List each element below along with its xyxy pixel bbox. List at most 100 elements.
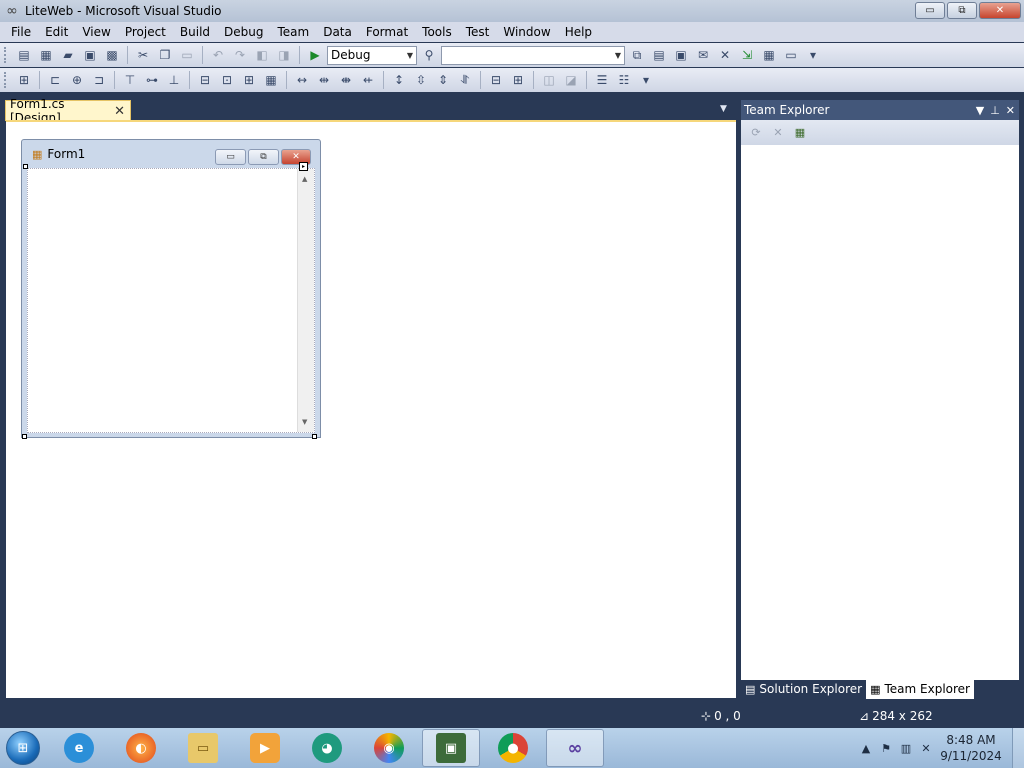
scroll-down-icon[interactable]: ▼ <box>302 418 307 426</box>
menu-build[interactable]: Build <box>173 22 217 42</box>
center-vertically-icon[interactable]: ⊞ <box>508 70 528 90</box>
menu-format[interactable]: Format <box>359 22 415 42</box>
form-maximize-button[interactable]: ⧉ <box>248 149 279 165</box>
vertical-spacing-remove-icon[interactable]: ⥯ <box>455 70 475 90</box>
scroll-up-icon[interactable]: ▲ <box>302 175 307 183</box>
form-minimize-button[interactable]: ▭ <box>215 149 246 165</box>
menu-project[interactable]: Project <box>118 22 173 42</box>
toolbar-grip[interactable] <box>4 47 8 63</box>
taskbar-task-manager[interactable]: ▣ <box>422 729 480 767</box>
smart-tag-icon[interactable]: ▸ <box>299 162 308 171</box>
start-debugging-icon[interactable]: ▶ <box>305 45 325 65</box>
solution-configuration-select[interactable]: Debug ▼ <box>327 45 417 65</box>
find-in-files-icon[interactable]: ⚲ <box>419 45 439 65</box>
start-page-icon[interactable]: ⇲ <box>737 45 757 65</box>
menu-tools[interactable]: Tools <box>415 22 459 42</box>
align-tops-icon[interactable]: ⊤ <box>120 70 140 90</box>
show-hidden-icons-icon[interactable]: ▲ <box>856 742 876 755</box>
align-bottoms-icon[interactable]: ⊥ <box>164 70 184 90</box>
align-rights-icon[interactable]: ⊐ <box>89 70 109 90</box>
save-icon[interactable]: ▣ <box>80 45 100 65</box>
menu-help[interactable]: Help <box>558 22 599 42</box>
make-same-width-icon[interactable]: ⊟ <box>195 70 215 90</box>
clock[interactable]: 8:48 AM 9/11/2024 <box>936 732 1006 764</box>
add-item-icon[interactable]: ▦ <box>36 45 56 65</box>
horizontal-spacing-increase-icon[interactable]: ⇹ <box>314 70 334 90</box>
undo-icon[interactable]: ↶ <box>208 45 228 65</box>
navigate-backward-icon[interactable]: ◧ <box>252 45 272 65</box>
auto-hide-pin-icon[interactable]: ⊥ <box>990 104 1000 117</box>
taskbar-messenger[interactable]: ◕ <box>298 729 356 767</box>
network-icon[interactable]: ▥ <box>896 742 916 755</box>
tab-form1-design[interactable]: Form1.cs [Design] ✕ <box>5 97 131 125</box>
vertical-spacing-increase-icon[interactable]: ⇳ <box>411 70 431 90</box>
find-combo[interactable]: ▼ <box>441 45 625 65</box>
menu-file[interactable]: File <box>4 22 38 42</box>
tab-team-explorer[interactable]: ▦ Team Explorer <box>866 679 974 699</box>
restore-button[interactable]: ⧉ <box>947 2 977 19</box>
open-file-icon[interactable]: ▰ <box>58 45 78 65</box>
extension-manager-icon[interactable]: ✕ <box>715 45 735 65</box>
window-position-icon[interactable]: ▼ <box>976 104 984 117</box>
close-panel-icon[interactable]: ✕ <box>1006 104 1015 117</box>
paste-icon[interactable]: ▭ <box>177 45 197 65</box>
taskbar-security-app[interactable]: ◉ <box>360 729 418 767</box>
save-all-icon[interactable]: ▩ <box>102 45 122 65</box>
redo-icon[interactable]: ↷ <box>230 45 250 65</box>
refresh-icon[interactable]: ⟳ <box>747 124 765 142</box>
vertical-spacing-decrease-icon[interactable]: ⇕ <box>433 70 453 90</box>
close-tab-icon[interactable]: ✕ <box>114 104 125 119</box>
vertical-spacing-equal-icon[interactable]: ↕ <box>389 70 409 90</box>
form1-client-area[interactable]: ▲ ▼ <box>27 168 315 433</box>
horizontal-spacing-decrease-icon[interactable]: ⇼ <box>336 70 356 90</box>
send-to-back-icon[interactable]: ◪ <box>561 70 581 90</box>
resize-handle[interactable] <box>23 164 28 169</box>
connect-to-team-project-icon[interactable]: ▦ <box>791 124 809 142</box>
menu-view[interactable]: View <box>75 22 117 42</box>
action-center-flag-icon[interactable]: ⚑ <box>876 742 896 755</box>
make-same-height-icon[interactable]: ⊡ <box>217 70 237 90</box>
other-windows-icon[interactable]: ▭ <box>781 45 801 65</box>
toolbar-options-icon[interactable]: ▾ <box>636 70 656 90</box>
align-lefts-icon[interactable]: ⊏ <box>45 70 65 90</box>
menu-edit[interactable]: Edit <box>38 22 75 42</box>
toolbox-icon[interactable]: ✉ <box>693 45 713 65</box>
object-browser-icon[interactable]: ▣ <box>671 45 691 65</box>
lock-controls-icon[interactable]: ☰ <box>592 70 612 90</box>
taskbar-internet-explorer[interactable]: e <box>50 729 108 767</box>
solution-explorer-icon[interactable]: ⧉ <box>627 45 647 65</box>
resize-handle[interactable] <box>22 434 27 439</box>
taskbar-file-explorer[interactable]: ▭ <box>174 729 232 767</box>
toolbar-grip[interactable] <box>4 72 8 88</box>
menu-window[interactable]: Window <box>496 22 557 42</box>
taskbar-chrome[interactable]: ● <box>484 729 542 767</box>
active-files-dropdown-icon[interactable]: ▼ <box>720 104 727 114</box>
cut-icon[interactable]: ✂ <box>133 45 153 65</box>
resize-handle[interactable] <box>312 434 317 439</box>
start-button[interactable]: ⊞ <box>0 728 46 768</box>
volume-muted-icon[interactable]: ✕ <box>916 742 936 755</box>
horizontal-spacing-equal-icon[interactable]: ↔ <box>292 70 312 90</box>
horizontal-spacing-remove-icon[interactable]: ⇷ <box>358 70 378 90</box>
align-middles-icon[interactable]: ⊶ <box>142 70 162 90</box>
menu-debug[interactable]: Debug <box>217 22 270 42</box>
minimize-button[interactable]: ▭ <box>915 2 945 19</box>
align-to-grid-icon[interactable]: ⊞ <box>14 70 34 90</box>
size-to-grid-icon[interactable]: ▦ <box>261 70 281 90</box>
tab-solution-explorer[interactable]: ▤ Solution Explorer <box>741 679 866 699</box>
properties-window-icon[interactable]: ▤ <box>649 45 669 65</box>
center-horizontally-icon[interactable]: ⊟ <box>486 70 506 90</box>
align-centers-icon[interactable]: ⊕ <box>67 70 87 90</box>
show-desktop-button[interactable] <box>1012 728 1024 768</box>
bring-to-front-icon[interactable]: ◫ <box>539 70 559 90</box>
form1-vertical-scrollbar[interactable]: ▲ ▼ <box>297 169 314 432</box>
navigate-forward-icon[interactable]: ◨ <box>274 45 294 65</box>
menu-test[interactable]: Test <box>459 22 497 42</box>
copy-icon[interactable]: ❐ <box>155 45 175 65</box>
taskbar-visual-studio[interactable]: ∞ <box>546 729 604 767</box>
menu-data[interactable]: Data <box>316 22 359 42</box>
new-project-icon[interactable]: ▤ <box>14 45 34 65</box>
team-explorer-toolbar-icon[interactable]: ▦ <box>759 45 779 65</box>
taskbar-media-player[interactable]: ▶ <box>236 729 294 767</box>
make-same-size-icon[interactable]: ⊞ <box>239 70 259 90</box>
